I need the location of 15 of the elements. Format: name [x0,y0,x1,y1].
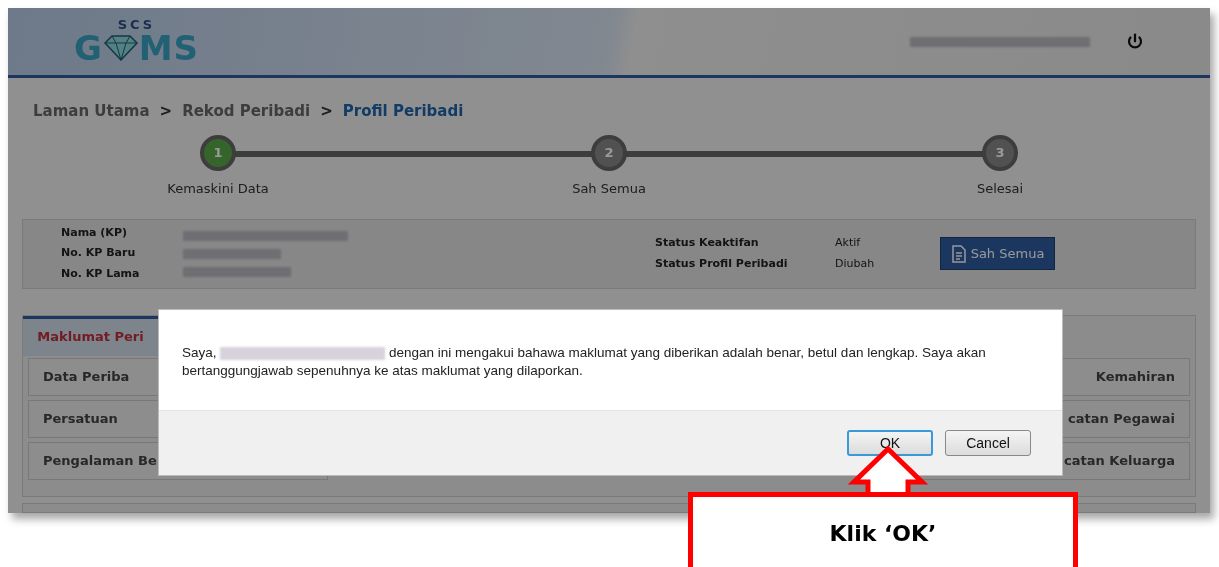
status-label: Status Keaktifan [655,235,760,251]
step-label: Selesai [976,179,1024,198]
confirmation-message: Saya, dengan ini mengakui bahawa maklumat yang diberikan adalah benar, betul dan lengkap. Saya akan bertanggungjawab sepenuhnya ke atas maklumat yang dilaporkan. [181,344,987,380]
status-label: Status Profil Peribadi [655,255,789,272]
breadcrumb-separator: > [320,101,333,122]
field-label: No. KP Lama [61,265,141,282]
status-value: Aktif [835,235,862,251]
callout-text: Klik ‘OK’ [829,520,937,548]
step-label: Kemaskini Data [167,179,269,198]
step-label: Sah Semua [572,179,646,198]
app-logo: SCS G MS [74,18,199,65]
field-label: Nama (KP) [61,224,128,241]
breadcrumb-separator: > [159,101,173,122]
status-value: Diubah [835,255,876,272]
field-label: No. KP Baru [61,245,137,262]
